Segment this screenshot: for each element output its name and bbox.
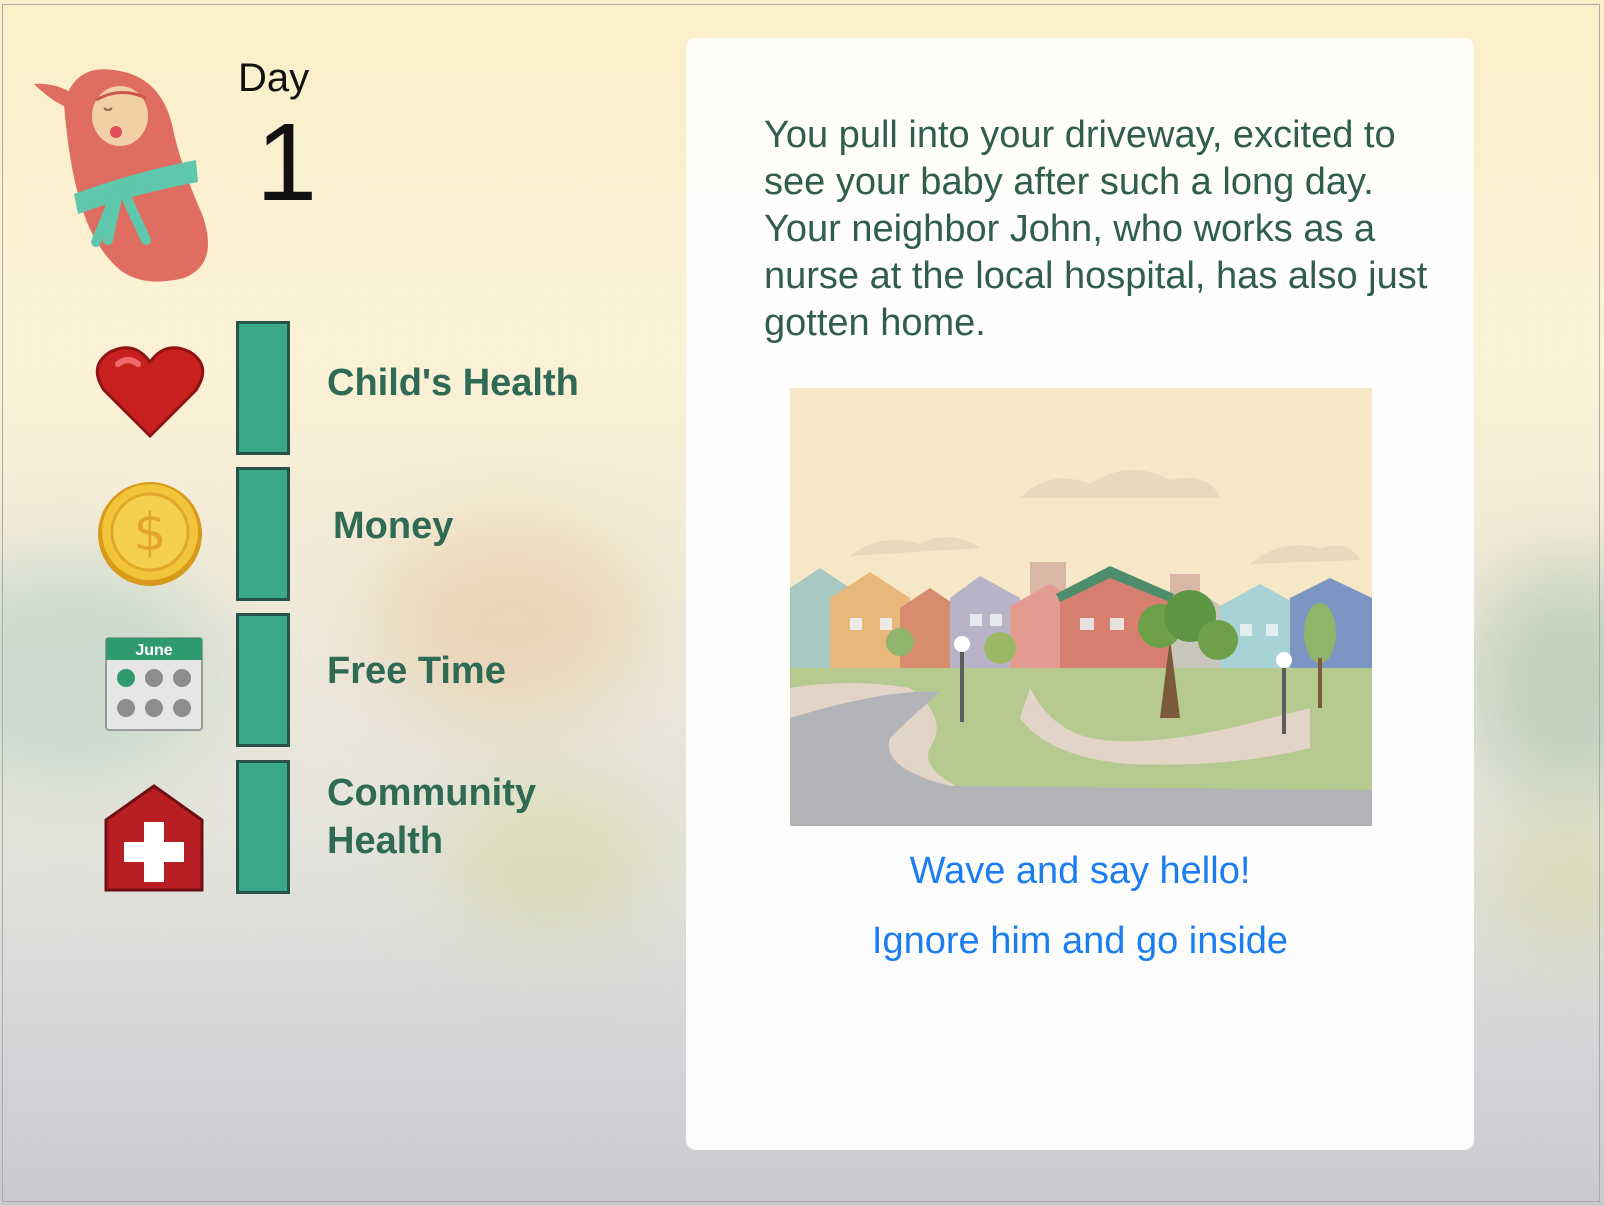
hospital-icon xyxy=(104,784,204,892)
calendar-icon: June xyxy=(105,637,203,731)
day-label: Day xyxy=(238,56,310,100)
heart-icon xyxy=(95,346,205,439)
community-health-bar xyxy=(236,760,290,894)
community-health-label: Community Health xyxy=(327,772,536,862)
coin-icon: $ xyxy=(98,482,202,586)
day-number: 1 xyxy=(256,101,318,224)
calendar-month-text: June xyxy=(135,642,172,659)
choice-ignore-button[interactable]: Ignore him and go inside xyxy=(686,920,1474,963)
svg-text:$: $ xyxy=(133,503,166,563)
money-bar xyxy=(236,467,290,601)
neighborhood-illustration xyxy=(790,388,1372,826)
baby-icon xyxy=(34,69,208,282)
childs-health-label: Child's Health xyxy=(327,362,579,404)
story-text: You pull into your driveway, excited to … xyxy=(764,114,1428,345)
childs-health-bar xyxy=(236,321,290,455)
free-time-label: Free Time xyxy=(327,650,506,692)
money-label: Money xyxy=(333,505,454,547)
free-time-bar xyxy=(236,613,290,747)
story-panel: You pull into your driveway, excited to … xyxy=(686,38,1474,1150)
choice-wave-button[interactable]: Wave and say hello! xyxy=(686,850,1474,893)
